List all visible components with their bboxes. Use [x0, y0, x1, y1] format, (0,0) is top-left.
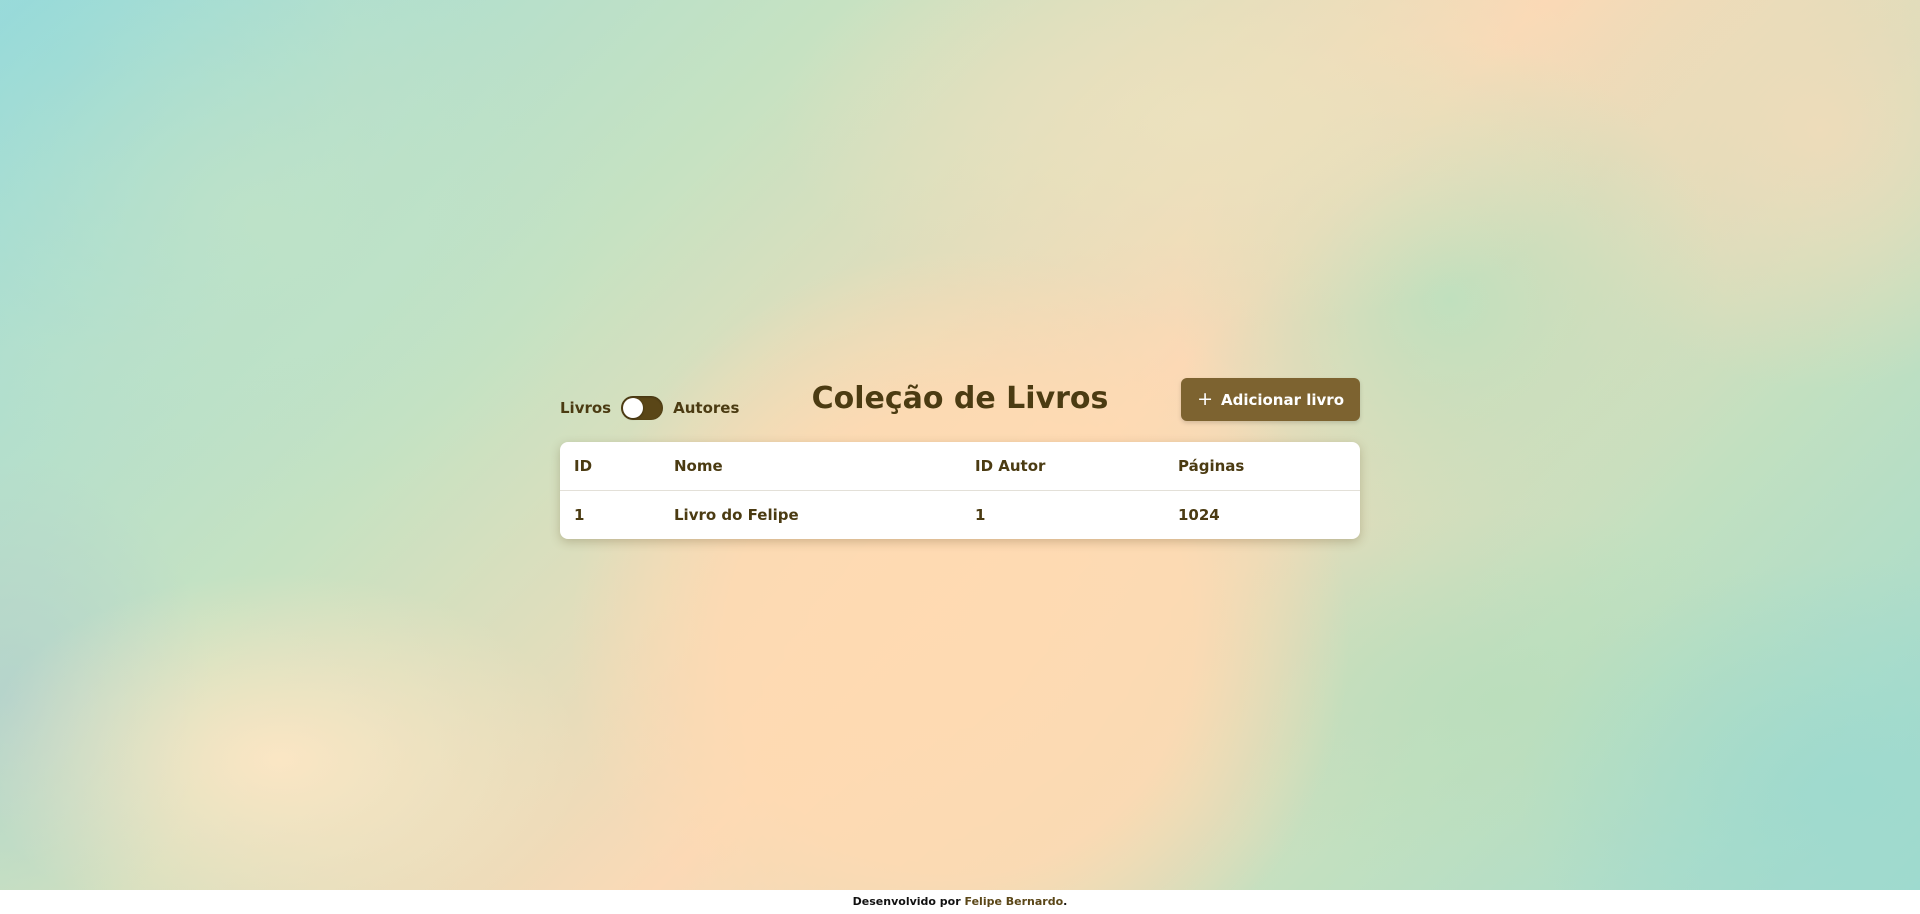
cell-id: 1 [574, 506, 585, 524]
books-table: ID Nome ID Autor Páginas 1 Livro do Feli… [560, 442, 1360, 539]
page: Coleção de Livros Livros Autores + Adici… [0, 0, 1920, 914]
add-book-button-label: Adicionar livro [1220, 390, 1344, 409]
add-book-button[interactable]: + Adicionar livro [1181, 378, 1360, 421]
cell-paginas: 1024 [1178, 506, 1220, 524]
header-row: Coleção de Livros Livros Autores + Adici… [560, 378, 1360, 442]
column-header-paginas: Páginas [1164, 442, 1360, 491]
toggle-label-livros: Livros [560, 399, 612, 417]
footer-prefix: Desenvolvido por [852, 895, 961, 908]
footer-author-link[interactable]: Felipe Bernardo [965, 895, 1064, 908]
switch-knob [623, 398, 644, 418]
plus-icon: + [1197, 388, 1213, 410]
cell-nome: Livro do Felipe [674, 506, 799, 524]
table-row[interactable]: 1 Livro do Felipe 1 1024 [560, 491, 1360, 540]
books-table-card: ID Nome ID Autor Páginas 1 Livro do Feli… [560, 442, 1360, 539]
column-header-id: ID [560, 442, 660, 491]
livros-autores-switch[interactable] [621, 396, 664, 420]
column-header-nome: Nome [660, 442, 961, 491]
column-header-id-autor: ID Autor [961, 442, 1164, 491]
toggle-label-autores: Autores [673, 399, 740, 417]
main-content: Coleção de Livros Livros Autores + Adici… [560, 378, 1360, 539]
footer-suffix: . [1063, 895, 1068, 908]
footer: Desenvolvido por Felipe Bernardo. [0, 890, 1920, 914]
table-header-row: ID Nome ID Autor Páginas [560, 442, 1360, 491]
cell-id-autor: 1 [975, 506, 986, 524]
view-toggle: Livros Autores [560, 396, 739, 420]
